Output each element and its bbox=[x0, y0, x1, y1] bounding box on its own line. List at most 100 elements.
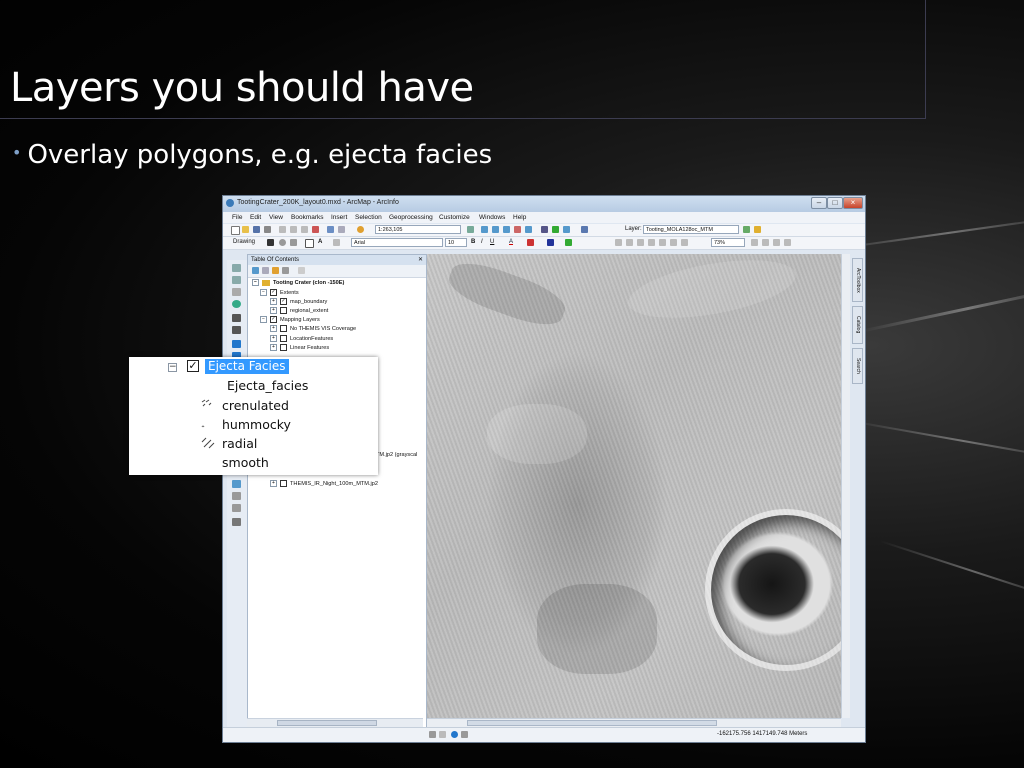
zoom-whole-page-icon[interactable] bbox=[290, 239, 297, 246]
italic-button[interactable]: I bbox=[481, 239, 483, 245]
font-size-select[interactable]: 10 bbox=[445, 238, 467, 247]
menu-insert[interactable]: Insert bbox=[331, 214, 347, 221]
full-extent-icon[interactable] bbox=[232, 300, 241, 308]
copy-icon[interactable] bbox=[290, 226, 297, 233]
open-folder-icon[interactable] bbox=[242, 226, 249, 233]
find-icon[interactable] bbox=[232, 492, 241, 500]
rotate-icon[interactable] bbox=[279, 239, 286, 246]
menu-geoprocessing[interactable]: Geoprocessing bbox=[389, 214, 433, 221]
fixed-zoom-in-icon[interactable] bbox=[659, 239, 666, 246]
paste-icon[interactable] bbox=[301, 226, 308, 233]
pan-layout-icon[interactable] bbox=[637, 239, 644, 246]
window-titlebar[interactable]: TootingCrater_200K_layout0.mxd - ArcMap … bbox=[223, 196, 865, 212]
tab-search[interactable]: Search bbox=[852, 348, 863, 384]
effects-icon[interactable] bbox=[743, 226, 750, 233]
python-icon[interactable] bbox=[525, 226, 532, 233]
cut-icon[interactable] bbox=[279, 226, 286, 233]
refresh-icon[interactable] bbox=[451, 731, 458, 738]
zoom-percent-field[interactable]: 73% bbox=[711, 238, 745, 247]
toc-layer-no-themis[interactable]: + No THEMIS VIS Coverage bbox=[270, 325, 356, 332]
list-by-selection-icon[interactable] bbox=[282, 267, 289, 274]
full-page-icon[interactable] bbox=[648, 239, 655, 246]
back-extent-icon[interactable] bbox=[232, 340, 241, 348]
menu-file[interactable]: File bbox=[232, 214, 242, 221]
data-view-icon[interactable] bbox=[429, 731, 436, 738]
options-icon[interactable] bbox=[298, 267, 305, 274]
toolbox-icon[interactable] bbox=[514, 226, 521, 233]
redo-icon[interactable] bbox=[338, 226, 345, 233]
rectangle-icon[interactable] bbox=[305, 239, 314, 248]
results-icon[interactable] bbox=[563, 226, 570, 233]
collapse-toggle[interactable]: − bbox=[168, 363, 177, 372]
toc-layer-location-features[interactable]: + LocationFeatures bbox=[270, 335, 333, 342]
map-vertical-scrollbar[interactable] bbox=[841, 254, 850, 718]
pan-icon[interactable] bbox=[232, 288, 241, 296]
whats-this-icon[interactable] bbox=[581, 226, 588, 233]
menu-edit[interactable]: Edit bbox=[250, 214, 261, 221]
measure-icon[interactable] bbox=[232, 504, 241, 512]
toc-group-extents[interactable]: − ✓ Extents bbox=[260, 289, 299, 296]
hyperlink-icon[interactable] bbox=[232, 518, 241, 526]
font-name-select[interactable]: Arial bbox=[351, 238, 443, 247]
zoom-in-icon[interactable] bbox=[232, 264, 241, 272]
toc-layer-regional-extent[interactable]: + regional_extent bbox=[270, 307, 328, 314]
data-driven-pages-icon[interactable] bbox=[784, 239, 791, 246]
map-horizontal-scrollbar[interactable] bbox=[427, 718, 841, 727]
toc-icon[interactable] bbox=[492, 226, 499, 233]
layer-visibility-checkbox[interactable]: ✓ bbox=[187, 360, 199, 372]
search-window-icon[interactable] bbox=[552, 226, 559, 233]
toc-close-icon[interactable]: ✕ bbox=[418, 255, 423, 265]
previous-extent-icon[interactable] bbox=[681, 239, 688, 246]
menu-customize[interactable]: Customize bbox=[439, 214, 470, 221]
toc-layer-tm-jp2[interactable]: TM.jp2 (grayscal bbox=[376, 452, 417, 458]
minimize-button[interactable]: – bbox=[811, 197, 827, 209]
list-by-drawing-order-icon[interactable] bbox=[252, 267, 259, 274]
zoom-out-layout-icon[interactable] bbox=[626, 239, 633, 246]
toc-data-frame[interactable]: − Tooting Crater (clon -150E) bbox=[252, 279, 344, 286]
fill-color-icon[interactable] bbox=[527, 239, 534, 246]
maximize-button[interactable]: □ bbox=[827, 197, 843, 209]
identify-icon[interactable] bbox=[232, 480, 241, 488]
tab-arctoolbox[interactable]: ArcToolbox bbox=[852, 258, 863, 302]
layer-name-ejecta-facies[interactable]: Ejecta Facies bbox=[205, 359, 289, 374]
fixed-zoom-in-icon[interactable] bbox=[232, 314, 241, 322]
print-icon[interactable] bbox=[264, 226, 271, 233]
menu-windows[interactable]: Windows bbox=[479, 214, 505, 221]
menu-bookmarks[interactable]: Bookmarks bbox=[291, 214, 324, 221]
toc-group-mapping-layers[interactable]: − ✓ Mapping Layers bbox=[260, 316, 320, 323]
list-by-visibility-icon[interactable] bbox=[272, 267, 279, 274]
new-document-icon[interactable] bbox=[231, 226, 240, 235]
save-icon[interactable] bbox=[253, 226, 260, 233]
toggle-draft-icon[interactable] bbox=[751, 239, 758, 246]
catalog-icon[interactable] bbox=[503, 226, 510, 233]
layer-select[interactable]: Tooting_MOLA128oc_MTM bbox=[643, 225, 739, 234]
list-by-source-icon[interactable] bbox=[262, 267, 269, 274]
focus-data-frame-icon[interactable] bbox=[762, 239, 769, 246]
underline-button[interactable]: U bbox=[490, 239, 494, 245]
undo-icon[interactable] bbox=[327, 226, 334, 233]
fixed-zoom-out-icon[interactable] bbox=[670, 239, 677, 246]
menu-selection[interactable]: Selection bbox=[355, 214, 382, 221]
toc-horizontal-scrollbar[interactable] bbox=[247, 718, 423, 727]
tab-catalog[interactable]: Catalog bbox=[852, 306, 863, 344]
map-scale-field[interactable]: 1:263,105 bbox=[375, 225, 461, 234]
add-data-icon[interactable] bbox=[357, 226, 364, 233]
editor-icon[interactable] bbox=[467, 226, 474, 233]
table-icon[interactable] bbox=[481, 226, 488, 233]
close-button[interactable]: × bbox=[843, 197, 863, 209]
menu-view[interactable]: View bbox=[269, 214, 283, 221]
toc-layer-map-boundary[interactable]: + ✓ map_boundary bbox=[270, 298, 327, 305]
bold-button[interactable]: B bbox=[471, 239, 475, 245]
text-tool-icon[interactable]: A bbox=[318, 239, 322, 245]
drawing-menu[interactable]: Drawing bbox=[233, 239, 255, 245]
select-elements-icon[interactable] bbox=[267, 239, 274, 246]
layout-view-icon[interactable] bbox=[439, 731, 446, 738]
toc-layer-themis-ir-night[interactable]: + THEMIS_IR_Night_100m_MTM.jp2 bbox=[270, 480, 378, 487]
change-layout-icon[interactable] bbox=[773, 239, 780, 246]
marker-color-icon[interactable] bbox=[565, 239, 572, 246]
pause-drawing-icon[interactable] bbox=[461, 731, 468, 738]
font-color-button[interactable]: A bbox=[509, 239, 513, 245]
toc-layer-linear-features[interactable]: + Linear Features bbox=[270, 344, 329, 351]
fixed-zoom-out-icon[interactable] bbox=[232, 326, 241, 334]
map-view[interactable] bbox=[427, 254, 841, 718]
